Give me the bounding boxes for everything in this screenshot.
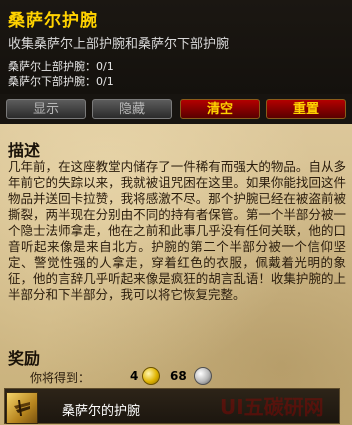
gold-amount: 4	[130, 369, 139, 383]
watermark-logo: UI五碳研网	[220, 395, 324, 419]
objective-line: 桑萨尔上部护腕：0/1	[8, 60, 114, 73]
gold-coin-icon	[142, 367, 160, 385]
reward-item-name: 桑萨尔的护腕	[62, 404, 141, 419]
svg-text:UI五碳研网: UI五碳研网	[220, 395, 324, 419]
silver-amount: 68	[170, 369, 187, 383]
objective-line: 桑萨尔下部护腕：0/1	[8, 75, 114, 88]
bracer-glyph	[14, 400, 30, 416]
quest-objective-summary: 收集桑萨尔上部护腕和桑萨尔下部护腕	[8, 37, 230, 52]
bracer-item-icon[interactable]	[6, 392, 38, 424]
rewards-heading: 奖励	[8, 349, 41, 368]
description-heading: 描述	[8, 141, 41, 160]
show-button[interactable]: 显示	[6, 99, 86, 119]
description-text: 几年前，在这座教堂内储存了一件稀有而强大的物品。自从多年前它的失踪以来，我就被诅…	[8, 159, 346, 302]
quest-title: 桑萨尔护腕	[8, 11, 98, 31]
reset-button[interactable]: 重置	[266, 99, 346, 119]
rewards-label: 你将得到：	[30, 371, 91, 385]
quest-log-window: 桑萨尔护腕 收集桑萨尔上部护腕和桑萨尔下部护腕 桑萨尔上部护腕：0/1 桑萨尔下…	[0, 0, 352, 425]
hide-button[interactable]: 隐藏	[92, 99, 172, 119]
silver-coin-icon	[194, 367, 212, 385]
clear-button[interactable]: 清空	[180, 99, 260, 119]
